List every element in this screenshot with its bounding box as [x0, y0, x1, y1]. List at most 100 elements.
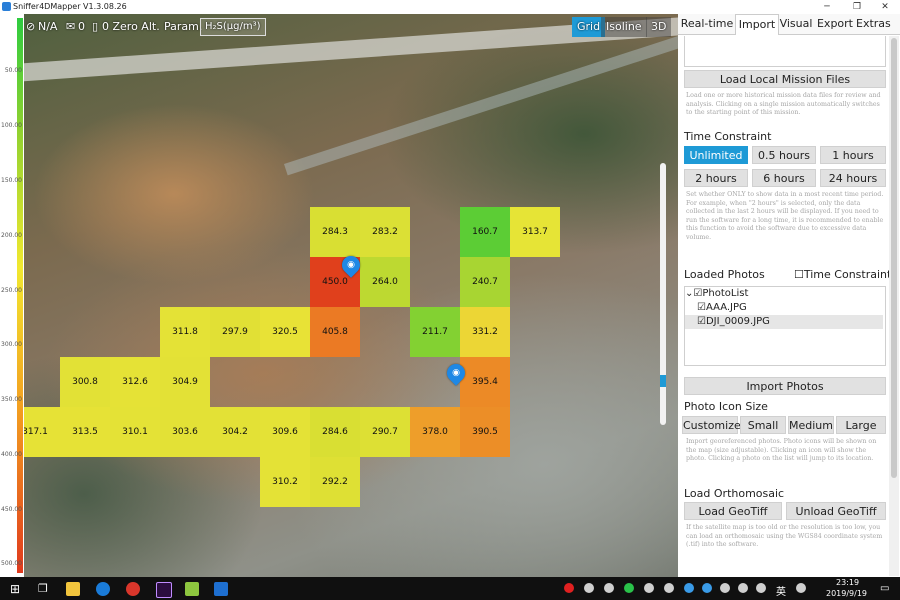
network-icon[interactable] — [738, 583, 748, 593]
time-1-hour-button[interactable]: 1 hours — [820, 146, 886, 164]
grid-cell[interactable]: 313.5 — [60, 407, 110, 457]
unload-geotiff-button[interactable]: Unload GeoTiff — [786, 502, 886, 520]
checkbox-icon[interactable]: ☑ — [697, 316, 706, 327]
record-icon[interactable] — [564, 583, 574, 593]
time-2-hours-button[interactable]: 2 hours — [684, 169, 748, 187]
grid-cell[interactable]: 310.2 — [260, 457, 310, 507]
photo-list-tree[interactable]: ⌄☑PhotoList ☑AAA.JPG ☑DJI_0009.JPG — [684, 286, 886, 366]
grid-cell[interactable]: 304.2 — [210, 407, 260, 457]
grid-cell[interactable]: 317.1 — [24, 407, 60, 457]
grid-cell[interactable]: 290.7 — [360, 407, 410, 457]
cloud-icon[interactable] — [684, 583, 694, 593]
time-6-hours-button[interactable]: 6 hours — [752, 169, 816, 187]
time-unlimited-button[interactable]: Unlimited — [684, 146, 748, 164]
ime-indicator[interactable]: 英 — [776, 583, 786, 598]
isoline-view-button[interactable]: Isoline — [601, 17, 647, 37]
time-24-hours-button[interactable]: 24 hours — [820, 169, 886, 187]
param-selector[interactable]: H₂S(μg/m³) — [200, 18, 266, 36]
scale-tick: 250.00 — [1, 287, 22, 294]
icon-size-small-button[interactable]: Small — [740, 416, 786, 434]
premiere-icon[interactable] — [156, 582, 172, 598]
scale-tick: 100.00 — [1, 122, 22, 129]
grid-cell[interactable]: 240.7 — [460, 257, 510, 307]
icon-size-large-button[interactable]: Large — [836, 416, 886, 434]
grid-cell[interactable]: 284.3 — [310, 207, 360, 257]
photo-list-root-label: PhotoList — [702, 288, 749, 299]
wechat-icon[interactable] — [624, 583, 634, 593]
checkbox-icon[interactable]: ☑ — [693, 288, 702, 299]
3d-view-button[interactable]: 3D — [646, 17, 672, 37]
load-mission-files-button[interactable]: Load Local Mission Files — [684, 70, 886, 88]
chrome-icon[interactable] — [126, 582, 140, 596]
grid-cell[interactable]: 309.6 — [260, 407, 310, 457]
tray-icon[interactable] — [584, 583, 594, 593]
sniffer4d-mapper-icon[interactable] — [214, 582, 228, 596]
grid-cell[interactable]: 160.7 — [460, 207, 510, 257]
grid-cell[interactable]: 304.9 — [160, 357, 210, 407]
tab-extras[interactable]: Extras — [856, 14, 891, 34]
photo-list-root[interactable]: ⌄☑PhotoList — [685, 287, 883, 301]
checkbox-icon[interactable]: ☑ — [697, 302, 706, 313]
tab-export[interactable]: Export — [815, 14, 855, 34]
load-geotiff-button[interactable]: Load GeoTiff — [684, 502, 782, 520]
grid-cell[interactable]: 297.9 — [210, 307, 260, 357]
grid-cell[interactable]: 283.2 — [360, 207, 410, 257]
windows-icon[interactable]: ⊞ — [10, 582, 24, 596]
grid-cell[interactable]: 405.8 — [310, 307, 360, 357]
time-half-hour-button[interactable]: 0.5 hours — [752, 146, 816, 164]
grid-cell[interactable]: 320.5 — [260, 307, 310, 357]
grid-cell[interactable]: 312.6 — [110, 357, 160, 407]
grid-cell[interactable]: 284.6 — [310, 407, 360, 457]
tray-icon[interactable] — [796, 583, 806, 593]
grid-cell[interactable]: 378.0 — [410, 407, 460, 457]
grid-cell[interactable]: 310.1 — [110, 407, 160, 457]
grid-cell[interactable]: 264.0 — [360, 257, 410, 307]
volume-icon[interactable] — [756, 583, 766, 593]
sniffer-icon[interactable] — [185, 582, 199, 596]
grid-cell[interactable]: 390.5 — [460, 407, 510, 457]
altitude-icon: ▯ — [92, 20, 99, 33]
icon-size-customize-button[interactable]: Customize — [682, 416, 741, 434]
cloud-icon[interactable] — [702, 583, 712, 593]
icon-size-medium-button[interactable]: Medium — [788, 416, 834, 434]
grid-cell[interactable]: 395.4 — [460, 357, 510, 407]
photo-list-item[interactable]: ☑DJI_0009.JPG — [685, 315, 883, 329]
grid-cell[interactable]: 303.6 — [160, 407, 210, 457]
tab-bar: Real-time Import Visual Export Extras — [678, 14, 900, 35]
grid-cell[interactable]: 292.2 — [310, 457, 360, 507]
time-constraint-checkbox[interactable]: ☐Time Constraint — [794, 268, 891, 281]
minimize-button[interactable]: ─ — [812, 0, 842, 14]
edge-icon[interactable] — [96, 582, 110, 596]
photo-list-item[interactable]: ☑AAA.JPG — [685, 301, 883, 315]
panel-scrollbar[interactable] — [889, 36, 899, 576]
satellite-map[interactable]: 284.3 283.2 160.7 313.7 450.0 264.0 240.… — [24, 14, 678, 577]
restore-button[interactable]: ❐ — [842, 0, 872, 14]
tray-icon[interactable] — [664, 583, 674, 593]
map-zoom-slider[interactable] — [660, 163, 666, 425]
clock-time[interactable]: 23:19 — [836, 578, 859, 587]
tab-visual[interactable]: Visual — [778, 14, 814, 34]
tab-real-time[interactable]: Real-time — [680, 14, 734, 34]
grid-cell[interactable]: 300.8 — [60, 357, 110, 407]
grid-cell[interactable]: 211.7 — [410, 307, 460, 357]
grid-cell[interactable]: 313.7 — [510, 207, 560, 257]
map-zoom-slider-thumb[interactable] — [660, 375, 666, 387]
tray-icon[interactable] — [644, 583, 654, 593]
task-view-icon[interactable]: ❐ — [38, 582, 52, 596]
file-explorer-icon[interactable] — [66, 582, 80, 596]
tray-icon[interactable] — [720, 583, 730, 593]
tab-import[interactable]: Import — [735, 14, 779, 35]
notification-icon[interactable]: ▭ — [880, 583, 889, 594]
close-button[interactable]: ✕ — [870, 0, 900, 14]
mission-list-box[interactable] — [684, 36, 886, 67]
photo-icon-size-title: Photo Icon Size — [684, 400, 768, 413]
grid-cell[interactable]: 331.2 — [460, 307, 510, 357]
orthomosaic-description: If the satellite map is too old or the r… — [686, 524, 883, 548]
grid-cell[interactable]: 311.8 — [160, 307, 210, 357]
time-constraint-description: Set whether ONLY to show data in a most … — [686, 191, 884, 241]
orthomosaic-title: Load Orthomosaic — [684, 487, 785, 500]
panel-scrollbar-thumb[interactable] — [891, 38, 897, 478]
clock-date[interactable]: 2019/9/19 — [826, 589, 867, 598]
import-photos-button[interactable]: Import Photos — [684, 377, 886, 395]
tray-icon[interactable] — [604, 583, 614, 593]
